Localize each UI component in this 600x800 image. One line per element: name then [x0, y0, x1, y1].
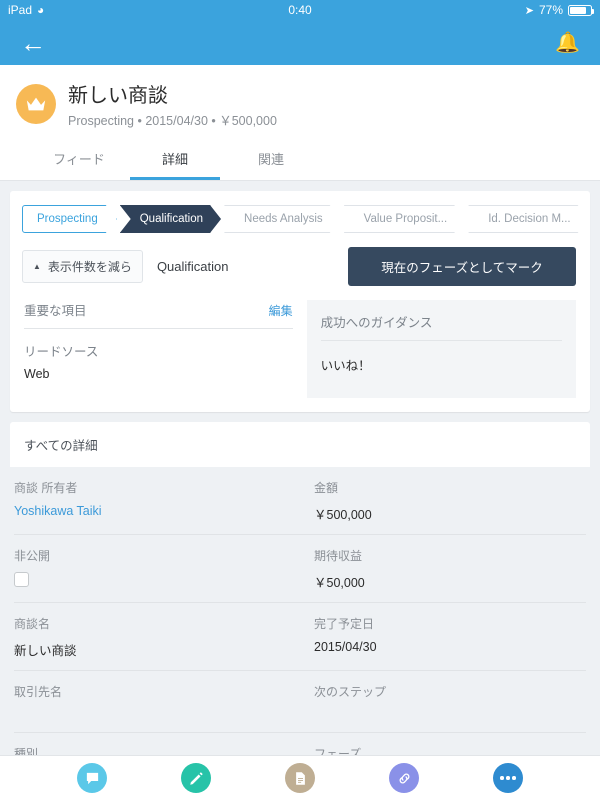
key-field-label-lead-source: リードソース [24, 345, 99, 359]
header-divider [0, 180, 600, 181]
field-opportunity-name: 商談名 新しい商談 [14, 603, 300, 671]
battery-icon [568, 4, 594, 16]
table-row: 商談 所有者 Yoshikawa Taiki 金額 ￥500,000 [14, 467, 586, 535]
collapse-button-label: 表示件数を減ら [47, 260, 132, 274]
battery-percent-label: 77% [538, 3, 563, 17]
field-close-date: 完了予定日 2015/04/30 [300, 603, 586, 671]
tab-related[interactable]: 関連 [226, 141, 316, 180]
field-label: 取引先名 [14, 685, 63, 699]
page-title: 新しい商談 [68, 85, 168, 107]
pencil-icon [189, 771, 203, 785]
arrow-left-icon[interactable]: ← [20, 30, 46, 56]
record-subtitle: Prospecting • 2015/04/30 • ￥500,000 [68, 114, 277, 128]
private-checkbox[interactable] [14, 572, 29, 587]
field-label: 期待収益 [314, 549, 363, 563]
document-icon [295, 771, 305, 785]
link-action-button[interactable] [389, 763, 419, 793]
sales-path-card: Prospecting Qualification Needs Analysis… [10, 191, 590, 412]
key-field-value-lead-source: Web [24, 367, 50, 381]
key-fields-panel: 重要な項目 編集 リードソース Web [24, 300, 293, 398]
field-label: 完了予定日 [314, 617, 375, 631]
field-amount: 金額 ￥500,000 [300, 467, 586, 535]
avatar [16, 84, 56, 124]
field-value: 新しい商談 [14, 644, 77, 658]
more-actions-button[interactable] [493, 763, 523, 793]
ios-status-bar: iPad ◕ 0:40 ➤ 77% [0, 0, 600, 20]
field-next-step: 次のステップ [300, 671, 586, 733]
path-stage-id-decision-makers[interactable]: Id. Decision M... [468, 205, 588, 233]
sales-path-stages: Prospecting Qualification Needs Analysis… [22, 205, 578, 233]
field-private: 非公開 [14, 535, 300, 603]
field-opportunity-owner: 商談 所有者 Yoshikawa Taiki [14, 467, 300, 535]
top-nav-bar: ← 🔔 [0, 20, 600, 65]
app-screen: iPad ◕ 0:40 ➤ 77% ← 🔔 新しい商談 Prospecting … [0, 0, 600, 800]
record-header-text: 新しい商談 Prospecting • 2015/04/30 • ￥500,00… [68, 79, 277, 129]
location-arrow-icon: ➤ [524, 4, 534, 17]
status-bar-right: ➤ 77% [524, 3, 594, 17]
field-label: 次のステップ [314, 685, 387, 699]
field-expected-revenue: 期待収益 ￥50,000 [300, 535, 586, 603]
field-value: 2015/04/30 [314, 640, 377, 654]
key-fields-edit-link[interactable]: 編集 [269, 302, 293, 319]
table-row: 商談名 新しい商談 完了予定日 2015/04/30 [14, 603, 586, 671]
key-fields-header: 重要な項目 編集 [24, 300, 293, 329]
chat-bubble-icon [86, 772, 98, 784]
key-fields-body: リードソース Web [24, 329, 293, 381]
table-row: 取引先名 次のステップ [14, 671, 586, 733]
sales-path: Prospecting Qualification Needs Analysis… [10, 191, 590, 233]
field-label: 非公開 [14, 549, 51, 563]
table-row: 非公開 期待収益 ￥50,000 [14, 535, 586, 603]
field-value: ￥50,000 [314, 576, 365, 590]
guidance-text: いいね！ [320, 359, 371, 373]
all-details-header: すべての詳細 [24, 439, 98, 453]
all-details-body: 商談 所有者 Yoshikawa Taiki 金額 ￥500,000 非公開 期… [0, 467, 600, 800]
edit-action-button[interactable] [181, 763, 211, 793]
record-header-top: 新しい商談 Prospecting • 2015/04/30 • ￥500,00… [16, 79, 584, 129]
path-stage-qualification[interactable]: Qualification [120, 205, 221, 233]
tab-details[interactable]: 詳細 [130, 141, 220, 180]
chat-action-button[interactable] [77, 763, 107, 793]
guidance-header: 成功へのガイダンス [320, 312, 562, 341]
key-fields-row: 重要な項目 編集 リードソース Web 成功へのガイダンス いいね！ [10, 300, 590, 412]
path-stage-needs-analysis[interactable]: Needs Analysis [224, 205, 341, 233]
path-stage-prospecting[interactable]: Prospecting [22, 205, 117, 233]
file-action-button[interactable] [285, 763, 315, 793]
caret-up-icon: ▲ [33, 262, 41, 271]
collapse-button[interactable]: ▲ 表示件数を減ら [22, 250, 143, 283]
record-header: 新しい商談 Prospecting • 2015/04/30 • ￥500,00… [0, 65, 600, 180]
field-label: 商談名 [14, 617, 51, 631]
field-account-name: 取引先名 [14, 671, 300, 733]
field-label: 金額 [314, 481, 339, 495]
guidance-title: 成功へのガイダンス [320, 316, 433, 330]
guidance-panel: 成功へのガイダンス いいね！ [306, 300, 576, 398]
tab-feed[interactable]: フィード [34, 141, 124, 180]
bell-icon[interactable]: 🔔 [555, 33, 580, 53]
path-stage-value-proposition[interactable]: Value Proposit... [344, 205, 466, 233]
crown-icon [26, 97, 46, 111]
bottom-action-bar [0, 755, 600, 800]
all-details-card: すべての詳細 [10, 422, 590, 467]
field-value: ￥500,000 [314, 508, 372, 522]
link-icon [399, 773, 409, 783]
path-action-row: ▲ 表示件数を減ら Qualification 現在のフェーズとしてマーク [10, 233, 590, 300]
ellipsis-icon [500, 776, 516, 780]
field-label: 商談 所有者 [14, 481, 78, 495]
status-bar-clock: 0:40 [288, 3, 312, 17]
selected-stage-label: Qualification [156, 259, 229, 274]
mark-current-stage-button[interactable]: 現在のフェーズとしてマーク [348, 247, 576, 286]
key-fields-title: 重要な項目 [24, 304, 87, 318]
record-tabs: フィード 詳細 関連 [16, 141, 584, 180]
field-value[interactable]: Yoshikawa Taiki [14, 504, 300, 518]
